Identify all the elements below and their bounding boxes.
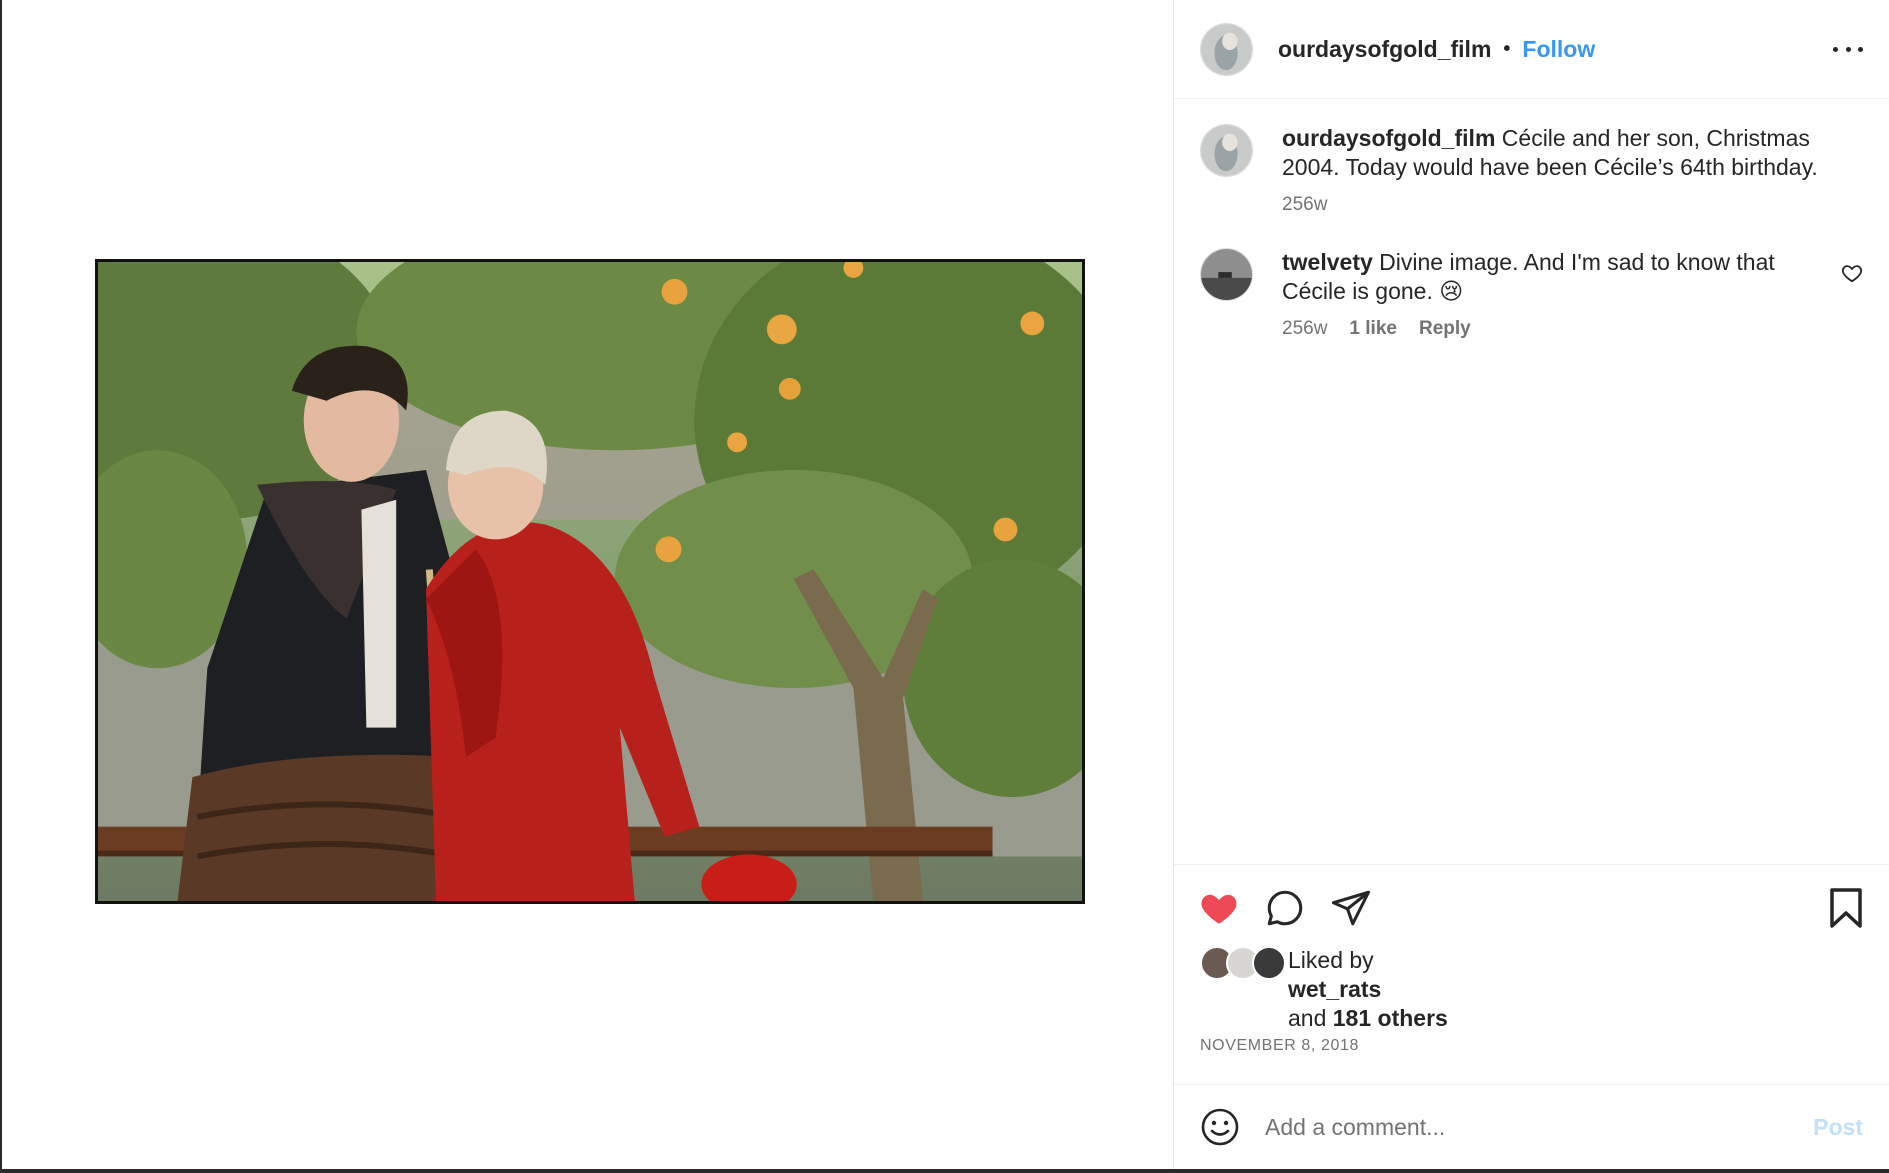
likes-summary: Liked by wet_rats and 181 others: [1174, 946, 1889, 1033]
comment-age[interactable]: 256w: [1282, 318, 1327, 340]
caption-avatar[interactable]: [1200, 124, 1253, 177]
liked-by-and: and: [1288, 1005, 1333, 1031]
liked-by-prefix: Liked by: [1288, 947, 1374, 973]
liked-by-user[interactable]: wet_rats: [1288, 976, 1381, 1002]
media-area: [2, 0, 1174, 1169]
comment-item: twelvety Divine image. And I'm sad to kn…: [1200, 248, 1863, 340]
commenter-avatar[interactable]: [1200, 248, 1253, 301]
paper-plane-icon[interactable]: [1330, 887, 1372, 929]
comment-text: twelvety Divine image. And I'm sad to kn…: [1282, 248, 1823, 306]
post-panel: ourdaysofgold_film • Follow ourdaysofgol…: [1174, 0, 1889, 1169]
heart-filled-icon[interactable]: [1198, 887, 1240, 929]
caption: ourdaysofgold_film Cécile and her son, C…: [1200, 124, 1863, 216]
post-header: ourdaysofgold_film • Follow: [1174, 0, 1889, 99]
post-modal: ourdaysofgold_film • Follow ourdaysofgol…: [2, 0, 1889, 1169]
comments-list: ourdaysofgold_film Cécile and her son, C…: [1174, 99, 1889, 864]
bookmark-icon[interactable]: [1827, 887, 1865, 929]
smiley-icon[interactable]: [1200, 1107, 1240, 1147]
action-bar: [1174, 865, 1889, 950]
post-date[interactable]: NOVEMBER 8, 2018: [1174, 1037, 1889, 1055]
author-avatar[interactable]: [1200, 22, 1253, 76]
comment-input[interactable]: [1265, 1113, 1814, 1141]
reply-button[interactable]: Reply: [1419, 318, 1471, 340]
author-username[interactable]: ourdaysofgold_film: [1278, 36, 1491, 63]
liker-avatars[interactable]: [1200, 946, 1288, 980]
comment-like-count[interactable]: 1 like: [1349, 318, 1397, 340]
liked-by-text: Liked by wet_rats and 181 others: [1288, 946, 1448, 1033]
liked-by-others[interactable]: 181 others: [1333, 1005, 1448, 1031]
liker-avatar[interactable]: [1252, 946, 1286, 980]
post-photo[interactable]: [95, 259, 1085, 904]
caption-text: ourdaysofgold_film Cécile and her son, C…: [1282, 124, 1823, 182]
comment-icon[interactable]: [1264, 887, 1306, 929]
comment-composer: Post: [1174, 1084, 1889, 1169]
post-button[interactable]: Post: [1813, 1114, 1863, 1141]
ellipsis-icon[interactable]: [1833, 36, 1863, 62]
separator-dot: •: [1503, 37, 1511, 60]
photo-illustration: [98, 262, 1082, 901]
comment-username[interactable]: twelvety: [1282, 249, 1373, 275]
heart-outline-icon[interactable]: [1841, 262, 1863, 284]
caption-username[interactable]: ourdaysofgold_film: [1282, 125, 1495, 151]
caption-age[interactable]: 256w: [1282, 194, 1327, 216]
follow-button[interactable]: Follow: [1522, 36, 1595, 63]
post-footer: Liked by wet_rats and 181 others NOVEMBE…: [1174, 864, 1889, 1055]
